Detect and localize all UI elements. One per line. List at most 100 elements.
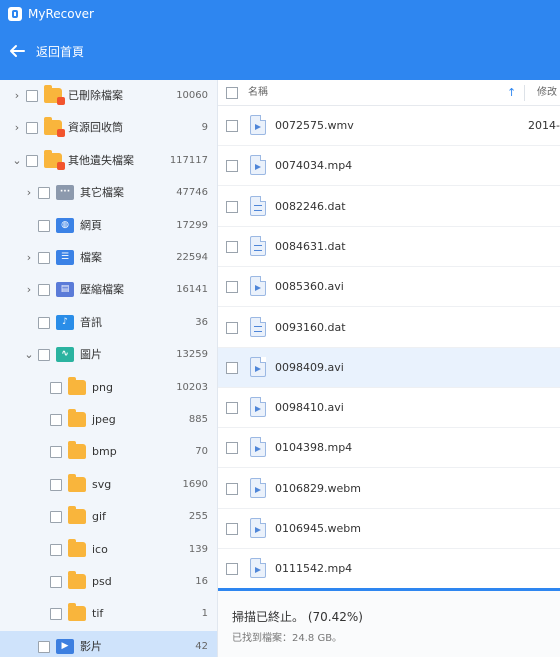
tree-item-checkbox[interactable]	[38, 284, 50, 297]
tree-item-checkbox[interactable]	[26, 90, 38, 102]
tree-item-checkbox[interactable]	[50, 511, 62, 524]
video-file-icon	[250, 276, 266, 297]
file-checkbox[interactable]	[226, 281, 238, 294]
file-checkbox[interactable]	[226, 482, 238, 495]
tree-item-checkbox[interactable]	[50, 414, 62, 426]
file-row[interactable]: 0098410.avi	[218, 388, 560, 429]
tree-item-checkbox[interactable]	[50, 608, 62, 621]
folder-icon	[68, 409, 86, 427]
video-file-icon	[250, 437, 266, 458]
tree-item-checkbox[interactable]	[38, 349, 50, 362]
tree-item-checkbox[interactable]	[50, 576, 62, 588]
tree-item-folder[interactable]: svg 1690	[0, 469, 217, 501]
tree-item-count: 117117	[169, 154, 208, 166]
file-name: 0084631.dat	[275, 239, 346, 253]
tree-item-recycle-bin[interactable]: › 資源回收筒 9	[0, 112, 217, 144]
file-checkbox[interactable]	[226, 200, 238, 213]
back-arrow-icon[interactable]	[8, 42, 26, 60]
data-file-icon	[250, 316, 266, 337]
app-title: MyRecover	[28, 7, 94, 21]
scan-status-panel: 掃描已終止。 (70.42%) 已找到檔案：24.8 GB。	[218, 588, 560, 657]
tree-item-checkbox[interactable]	[38, 252, 50, 264]
chevron-right-icon[interactable]: ›	[12, 122, 22, 134]
tree-item-checkbox[interactable]	[50, 381, 62, 394]
video-file-icon	[250, 558, 266, 579]
chevron-right-icon[interactable]: ›	[24, 252, 34, 264]
file-row[interactable]: 0098409.avi	[218, 347, 560, 388]
tree-item-count: 10060	[176, 90, 208, 101]
tree-item-checkbox[interactable]	[38, 640, 50, 653]
folder-icon	[68, 603, 86, 622]
file-checkbox[interactable]	[226, 321, 238, 334]
tree-item-checkbox[interactable]	[38, 187, 50, 200]
tree-item-folder[interactable]: bmp 70	[0, 436, 217, 468]
file-row[interactable]: 0085360.avi	[218, 267, 560, 308]
tree-item-count: 22594	[176, 252, 208, 263]
tree-item-checkbox[interactable]	[26, 154, 38, 167]
sort-ascending-icon[interactable]: ↑	[507, 86, 516, 100]
tree-item-audio[interactable]: ♪ 音訊 36	[0, 307, 217, 339]
tree-item-checkbox[interactable]	[38, 219, 50, 232]
tree-item-folder[interactable]: gif 255	[0, 501, 217, 533]
video-file-icon	[250, 477, 266, 498]
video-file-icon	[250, 155, 266, 176]
tree-item-lost-folder[interactable]: ⌄ 其他遺失檔案 117117	[0, 145, 217, 177]
file-row[interactable]: 0084631.dat	[218, 227, 560, 267]
scan-status-text: 掃描已終止。 (70.42%)	[232, 610, 363, 624]
tree-item-folder[interactable]: psd 16	[0, 566, 217, 598]
tree-item-label: 網頁	[80, 218, 102, 232]
file-row[interactable]: 0104398.mp4	[218, 428, 560, 469]
tree-item-archive[interactable]: › ▤ 壓縮檔案 16141	[0, 274, 217, 306]
tree-item-label: 影片	[80, 639, 102, 653]
tree-item-deleted-folder[interactable]: › 已刪除檔案 10060	[0, 80, 217, 112]
tree-item-document[interactable]: › ☰ 檔案 22594	[0, 242, 217, 274]
tree-item-label: 壓縮檔案	[80, 283, 124, 297]
file-checkbox[interactable]	[226, 402, 238, 415]
tree-item-folder[interactable]: tif 1	[0, 598, 217, 630]
file-checkbox[interactable]	[226, 361, 238, 374]
file-row[interactable]: 0072575.wmv 2014-	[218, 106, 560, 146]
file-checkbox[interactable]	[226, 563, 238, 576]
back-to-home-link[interactable]: 返回首頁	[36, 44, 84, 60]
tree-item-label: svg	[92, 477, 112, 491]
chevron-down-icon[interactable]: ⌄	[12, 154, 22, 167]
tree-item-video[interactable]: ▶ 影片 42	[0, 630, 217, 657]
tree-item-count: 70	[195, 446, 208, 458]
tree-item-checkbox[interactable]	[50, 446, 62, 459]
tree-item-image[interactable]: ⌄ ∿ 圖片 13259	[0, 339, 217, 371]
tree-item-checkbox[interactable]	[50, 478, 62, 491]
column-modified-header[interactable]: 修改	[537, 86, 557, 100]
column-name-header[interactable]: 名稱	[248, 86, 268, 100]
file-checkbox[interactable]	[226, 120, 238, 132]
file-checkbox[interactable]	[226, 523, 238, 535]
data-file-icon	[250, 235, 266, 256]
file-row[interactable]: 0082246.dat	[218, 187, 560, 227]
column-divider[interactable]	[524, 85, 525, 101]
tree-item-webpage[interactable]: ◍ 網頁 17299	[0, 210, 217, 242]
tree-item-checkbox[interactable]	[26, 122, 38, 135]
tree-item-count: 139	[188, 543, 208, 555]
tree-item-checkbox[interactable]	[38, 316, 50, 329]
file-row[interactable]: 0093160.dat	[218, 308, 560, 348]
file-checkbox[interactable]	[226, 442, 238, 455]
file-row[interactable]: 0106829.webm	[218, 469, 560, 509]
chevron-right-icon[interactable]: ›	[24, 187, 34, 199]
file-checkbox[interactable]	[226, 160, 238, 173]
tree-item-folder[interactable]: ico 139	[0, 534, 217, 566]
file-checkbox[interactable]	[226, 240, 238, 253]
chevron-right-icon[interactable]: ›	[24, 284, 34, 296]
chevron-down-icon[interactable]: ⌄	[24, 349, 34, 361]
tree-item-other-files[interactable]: › ··· 其它檔案 47746	[0, 177, 217, 209]
tree-item-folder[interactable]: jpeg 885	[0, 404, 217, 436]
chevron-right-icon[interactable]: ›	[12, 90, 22, 102]
file-name: 0111542.mp4	[275, 562, 353, 576]
tree-item-checkbox[interactable]	[50, 543, 62, 556]
file-row[interactable]: 0074034.mp4	[218, 146, 560, 187]
file-row[interactable]: 0111542.mp4	[218, 549, 560, 588]
select-all-checkbox[interactable]	[226, 87, 238, 99]
file-row[interactable]: 0106945.webm	[218, 509, 560, 549]
tree-item-folder[interactable]: png 10203	[0, 372, 217, 404]
tree-item-count: 17299	[176, 219, 208, 231]
video-file-icon	[250, 356, 266, 377]
tree-item-count: 47746	[176, 187, 208, 199]
